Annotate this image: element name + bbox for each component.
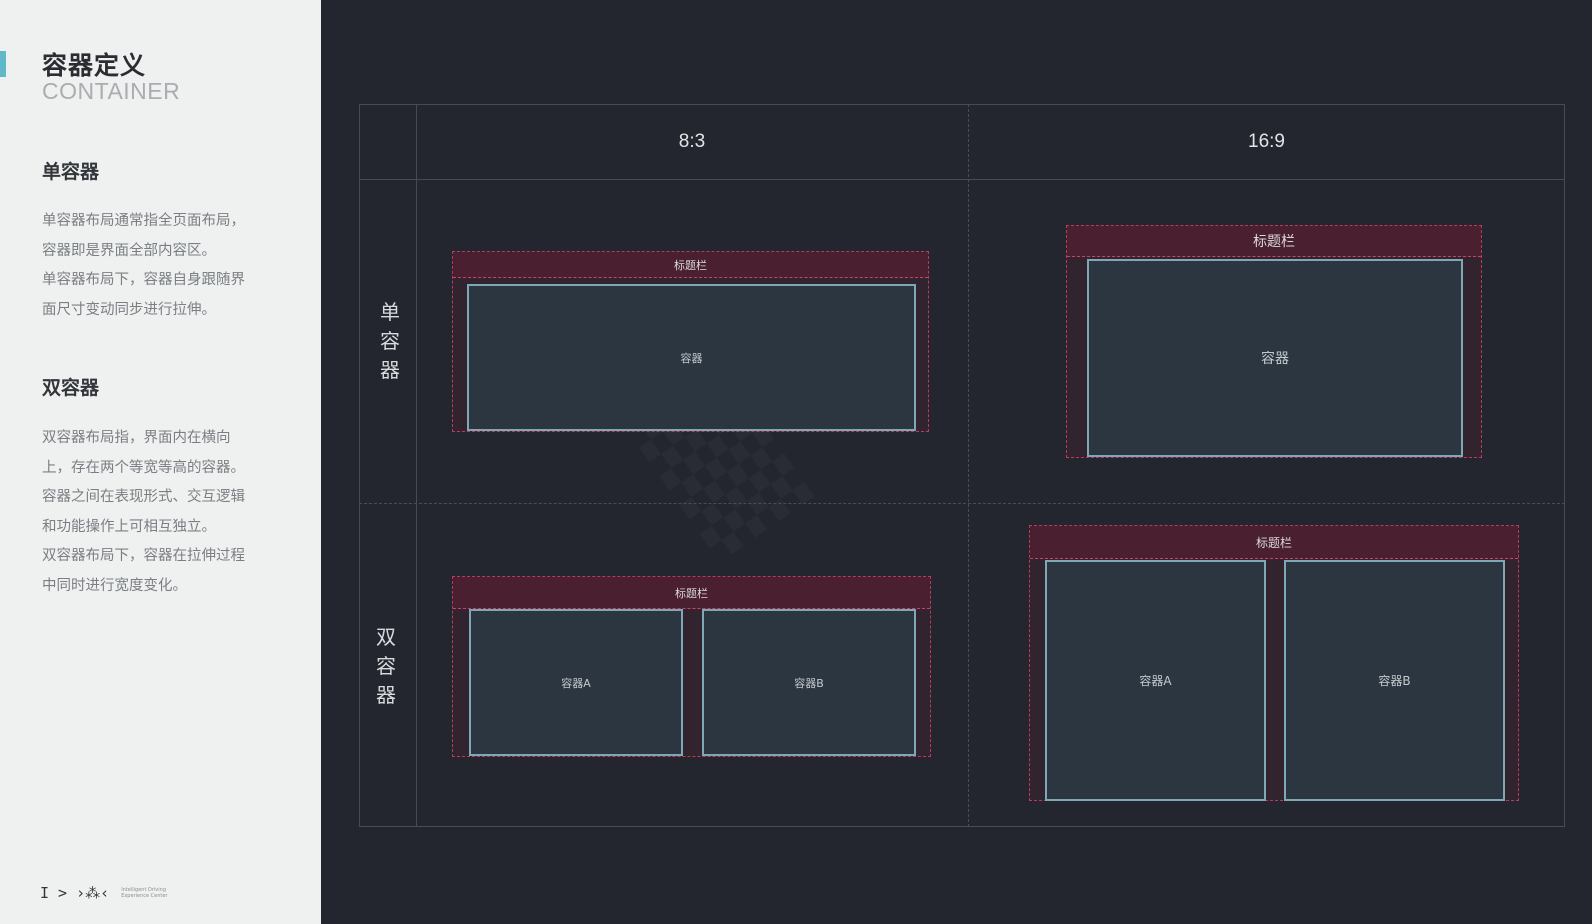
row-header-char: 双 [376,625,396,649]
grid-header-divider [359,179,1565,180]
titlebar: 标题栏 [453,252,928,278]
grid-row-label-divider [416,104,417,827]
description-line: 双容器布局指，界面内在横向 [42,430,231,446]
single-8-3-layout: 标题栏 容器 [452,251,929,432]
container-b-box: 容器B [1284,560,1505,801]
single-container-heading: 单容器 [42,161,100,183]
double-16-9-layout: 标题栏 容器A 容器B [1029,525,1519,801]
titlebar: 标题栏 [1030,526,1518,559]
description-line: 容器即是界面全部内容区。 [42,242,216,259]
grid-row-divider [359,503,1565,504]
row-header-char: 容 [376,654,396,678]
single-16-9-layout: 标题栏 容器 [1066,225,1482,458]
single-container-description: 单容器布局通常指全页面布局， 容器即是界面全部内容区。 单容器布局下，容器自身跟… [42,207,282,325]
titlebar: 标题栏 [453,577,930,609]
description-line: 容器之间在表现形式、交互逻辑 [42,489,245,505]
page-title: 容器定义 [42,51,147,80]
titlebar: 标题栏 [1067,226,1481,257]
container-a-box: 容器A [469,609,683,756]
description-line: 和功能操作上可相互独立。 [42,518,216,535]
description-line: 中同时进行宽度变化。 [42,577,187,594]
double-container-heading: 双容器 [42,377,100,399]
page-subtitle: CONTAINER [42,78,181,104]
row-header-char: 单 [380,300,400,324]
double-container-description: 双容器布局指，界面内在横向 上，存在两个等宽等高的容器。 容器之间在表现形式、交… [42,424,282,601]
row-header-single: 单 容 器 [370,298,410,385]
sidebar: 容器定义 CONTAINER 单容器 单容器布局通常指全页面布局， 容器即是界面… [0,0,321,924]
container-box: 容器 [1087,259,1463,457]
logo-mark-icon: I > ›⁂‹ [40,884,110,902]
description-line: 单容器布局通常指全页面布局， [42,213,245,229]
row-header-char: 器 [380,358,400,382]
brand-logo: I > ›⁂‹ Intelligent Driving Experience C… [40,884,168,902]
double-8-3-layout: 标题栏 容器A 容器B [452,576,931,757]
description-line: 面尺寸变动同步进行拉伸。 [42,301,216,318]
column-header-8-3: 8:3 [678,131,706,152]
logo-caption-line: Experience Center [121,893,168,899]
row-header-double: 双 容 器 [366,623,406,710]
column-header-16-9: 16:9 [1248,131,1285,152]
row-header-char: 容 [380,329,400,353]
logo-caption: Intelligent Driving Experience Center [121,887,167,899]
container-box: 容器 [467,284,916,431]
container-a-box: 容器A [1045,560,1266,801]
container-b-box: 容器B [702,609,916,756]
description-line: 双容器布局下，容器在拉伸过程 [42,548,245,564]
row-header-char: 器 [376,683,396,707]
accent-bar [0,51,6,77]
grid-column-divider [968,104,969,827]
description-line: 单容器布局下，容器自身跟随界 [42,272,245,288]
description-line: 上，存在两个等宽等高的容器。 [42,459,245,476]
